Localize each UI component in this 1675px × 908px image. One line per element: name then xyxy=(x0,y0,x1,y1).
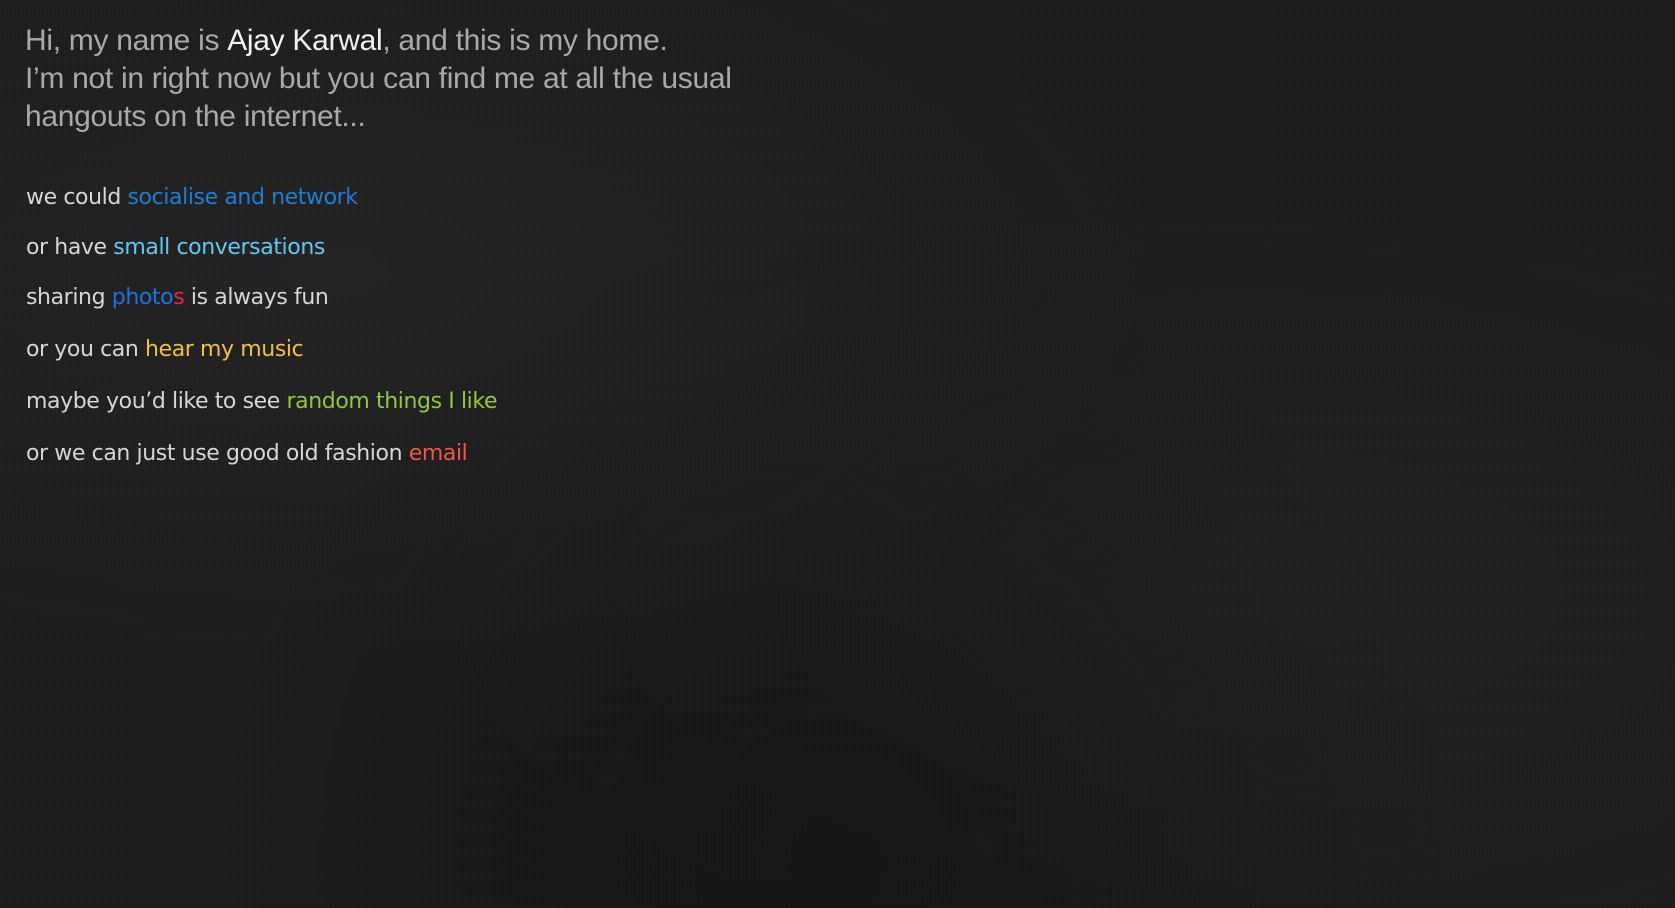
greeting-suffix: , and this is my home. xyxy=(382,24,668,57)
photos-link-part-a: photo xyxy=(111,285,174,310)
photos-link-part-b: s xyxy=(173,285,185,310)
social-links-list: we could socialise and network or have s… xyxy=(26,186,497,466)
list-item-random: maybe you’d like to see random things I … xyxy=(26,390,497,414)
list-item-photos: sharing photos is always fun xyxy=(26,286,497,310)
intro-line-3: hangouts on the internet... xyxy=(25,100,366,133)
intro-heading: Hi, my name is Ajay Karwal, and this is … xyxy=(25,22,845,136)
socialise-link[interactable]: socialise and network xyxy=(128,185,359,210)
item-prefix: or we can just use good old fashion xyxy=(26,441,409,466)
item-prefix: sharing xyxy=(26,285,112,310)
list-item-conversations: or have small conversations xyxy=(26,236,497,260)
item-prefix: maybe you’d like to see xyxy=(26,389,287,414)
random-things-link[interactable]: random things I like xyxy=(287,389,498,414)
list-item-music: or you can hear my music xyxy=(26,338,497,362)
owner-name: Ajay Karwal xyxy=(227,24,383,57)
photos-link[interactable]: photos xyxy=(112,285,185,310)
intro-line-1: Hi, my name is Ajay Karwal, and this is … xyxy=(25,22,845,60)
email-link[interactable]: email xyxy=(409,441,468,466)
item-prefix: or you can xyxy=(26,337,146,362)
item-suffix: is always fun xyxy=(184,285,329,310)
music-link[interactable]: hear my music xyxy=(145,337,304,362)
item-prefix: or have xyxy=(26,235,114,260)
conversations-link[interactable]: small conversations xyxy=(113,235,325,260)
list-item-email: or we can just use good old fashion emai… xyxy=(26,442,497,466)
greeting-prefix: Hi, my name is xyxy=(25,24,228,57)
list-item-social: we could socialise and network xyxy=(26,186,497,210)
item-prefix: we could xyxy=(26,185,128,210)
intro-line-2: I’m not in right now but you can find me… xyxy=(25,62,732,95)
